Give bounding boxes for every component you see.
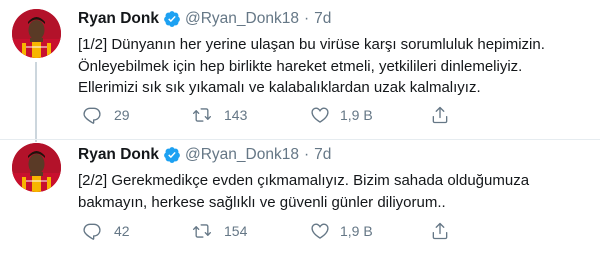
- verified-badge-icon: [163, 146, 181, 164]
- heart-icon: [311, 107, 329, 123]
- tweet-text-line: Önleyebilmek için hep birlikte hareket e…: [78, 57, 523, 75]
- tweet-text: [2/2] Gerekmedikçe evden çıkmamalıyız. B…: [78, 170, 593, 213]
- tweet[interactable]: Ryan Donk @Ryan_Donk18 · 7d [1/2] Dünyan…: [0, 0, 600, 142]
- tweet-timestamp[interactable]: 7d: [314, 146, 331, 164]
- reply-button[interactable]: 29: [82, 104, 130, 126]
- retweet-icon: [193, 108, 211, 122]
- share-button[interactable]: [430, 104, 450, 126]
- verified-badge-icon: [163, 10, 181, 28]
- share-icon: [432, 222, 448, 240]
- like-count: 1,9 B: [340, 223, 373, 239]
- share-button[interactable]: [430, 220, 450, 242]
- thread-connector-line: [35, 62, 37, 142]
- separator-dot: ·: [303, 146, 310, 163]
- retweet-count: 154: [224, 223, 248, 239]
- like-count: 1,9 B: [340, 107, 373, 123]
- tweet-text-line: bakmayın, herkese sağlıklı ve güvenli gü…: [78, 193, 446, 211]
- like-button[interactable]: 1,9 B: [310, 220, 373, 242]
- heart-icon: [311, 223, 329, 239]
- tweet-text: [1/2] Dünyanın her yerine ulaşan bu virü…: [78, 34, 593, 99]
- retweet-button[interactable]: 154: [192, 220, 247, 242]
- reply-icon: [83, 223, 101, 240]
- author-name[interactable]: Ryan Donk: [78, 10, 159, 28]
- retweet-count: 143: [224, 107, 248, 123]
- tweet-text-line: [2/2] Gerekmedikçe evden çıkmamalıyız. B…: [78, 172, 530, 189]
- tweet-header: Ryan Donk @Ryan_Donk18 · 7d: [78, 144, 331, 166]
- retweet-button[interactable]: 143: [192, 104, 247, 126]
- like-button[interactable]: 1,9 B: [310, 104, 373, 126]
- share-icon: [432, 106, 448, 124]
- reply-button[interactable]: 42: [82, 220, 130, 242]
- retweet-icon: [193, 224, 211, 238]
- author-handle[interactable]: @Ryan_Donk18: [185, 10, 299, 28]
- tweet-text-line: Ellerimizi sık sık yıkamalı ve kalabalık…: [78, 79, 481, 96]
- tweet-text-line: [1/2] Dünyanın her yerine ulaşan bu virü…: [78, 36, 545, 53]
- avatar[interactable]: [12, 143, 61, 192]
- tweet-actions: 42 154 1,9 B: [82, 220, 532, 242]
- tweet-actions: 29 143 1,9 B: [82, 104, 532, 126]
- tweet-timestamp[interactable]: 7d: [314, 10, 331, 28]
- author-handle[interactable]: @Ryan_Donk18: [185, 146, 299, 164]
- tweet[interactable]: Ryan Donk @Ryan_Donk18 · 7d [2/2] Gerekm…: [0, 140, 600, 253]
- reply-icon: [83, 107, 101, 124]
- avatar[interactable]: [12, 9, 61, 58]
- author-name[interactable]: Ryan Donk: [78, 146, 159, 164]
- separator-dot: ·: [303, 10, 310, 27]
- tweet-header: Ryan Donk @Ryan_Donk18 · 7d: [78, 8, 331, 30]
- reply-count: 42: [114, 223, 130, 239]
- reply-count: 29: [114, 107, 130, 123]
